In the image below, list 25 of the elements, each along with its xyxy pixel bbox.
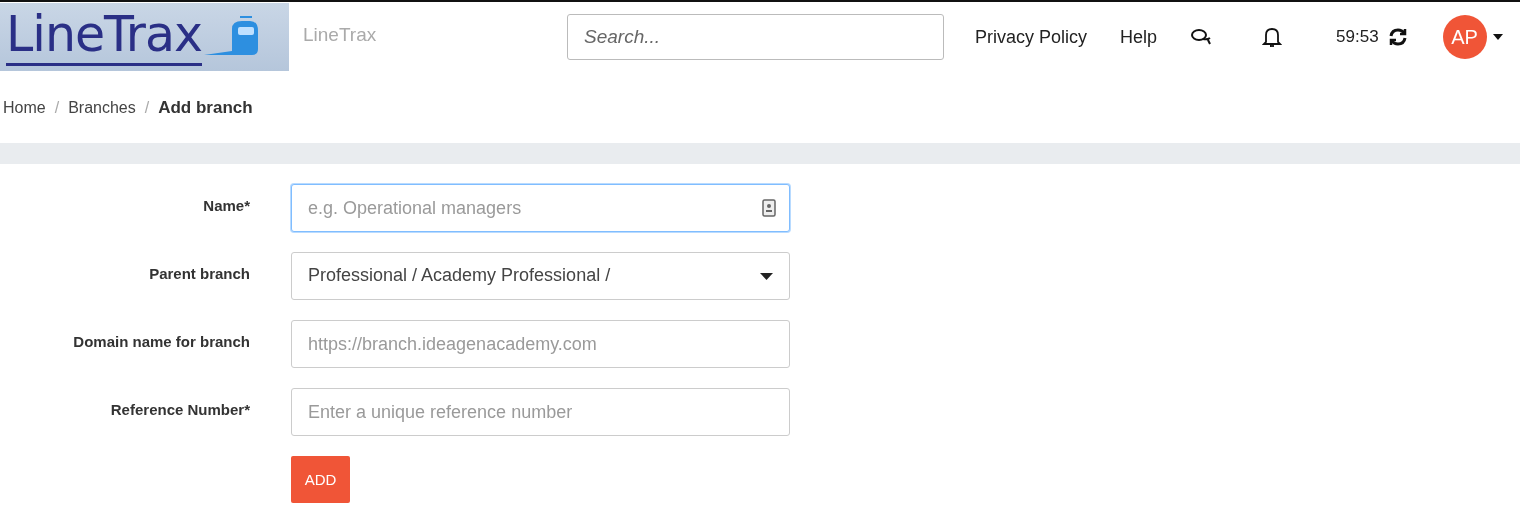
- bell-icon[interactable]: [1262, 26, 1283, 48]
- breadcrumb-link[interactable]: Home: [3, 98, 46, 117]
- current-page-title: Add branch: [158, 97, 253, 118]
- nav-link[interactable]: Privacy Policy: [975, 26, 1088, 48]
- field-label: Name*: [202, 196, 250, 214]
- refresh-icon[interactable]: [1387, 27, 1408, 47]
- contact-card-icon: [762, 199, 776, 217]
- field-label: Domain name for branch: [72, 332, 250, 350]
- app-name: LineTrax: [303, 24, 378, 46]
- breadcrumb-separator: /: [54, 98, 60, 117]
- field-label: Parent branch: [148, 264, 250, 282]
- input-field[interactable]: Enter a unique reference number: [291, 388, 790, 436]
- field-label: Reference Number*: [109, 400, 250, 418]
- search-field[interactable]: Search...: [567, 14, 944, 60]
- chat-icon[interactable]: [1190, 28, 1213, 46]
- input-field[interactable]: https://branch.ideagenacademy.com: [291, 320, 790, 368]
- select-field[interactable]: Professional / Academy Professional /: [291, 252, 790, 300]
- breadcrumb-link[interactable]: Branches: [68, 98, 136, 117]
- caret-icon[interactable]: [1492, 34, 1503, 40]
- session-timer: 59:53: [1336, 27, 1379, 47]
- logo: LineTrax: [0, 2, 289, 71]
- caret-icon: [760, 272, 773, 280]
- breadcrumb-separator: /: [144, 98, 150, 117]
- input-field[interactable]: e.g. Operational managers: [291, 184, 790, 232]
- nav-link[interactable]: Help: [1120, 26, 1158, 48]
